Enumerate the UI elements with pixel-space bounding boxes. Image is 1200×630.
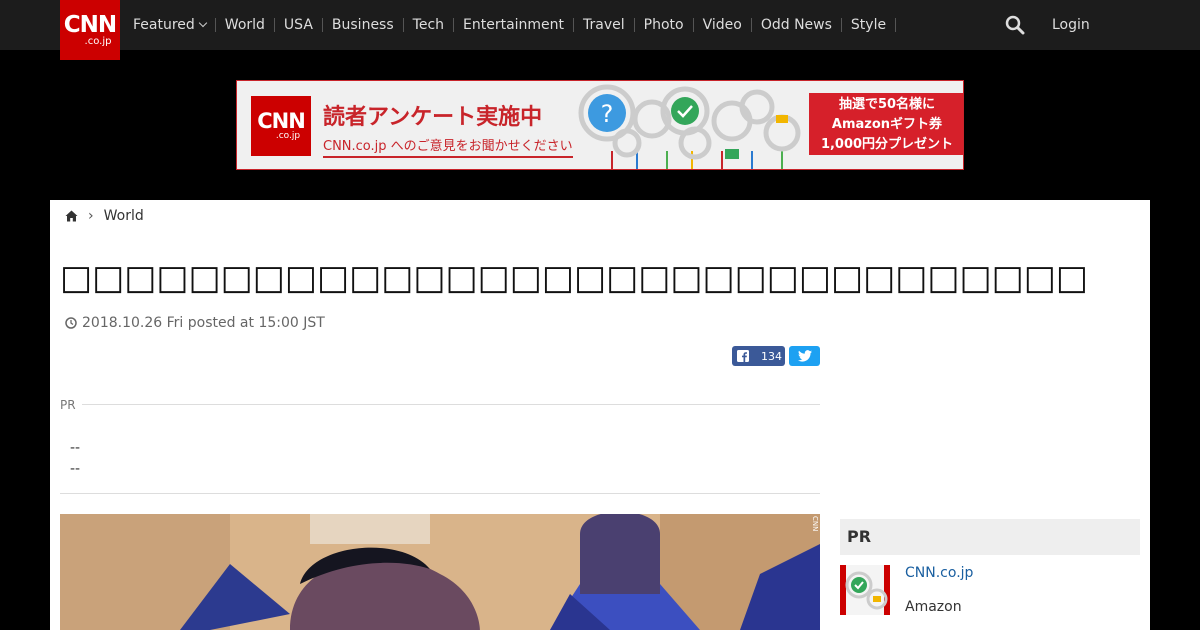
article-page: › World □□□□□□□□□□□□□□□□□□□□□□□□□□□□□□□□… [50, 200, 1150, 630]
main-nav: Featured World USA Business Tech Enterta… [124, 0, 897, 50]
sidebar-pr-thumbnail[interactable] [840, 565, 890, 615]
chevron-down-icon [198, 18, 208, 28]
sidebar-pr-link[interactable]: CNN.co.jp [905, 565, 973, 581]
nav-item-world[interactable]: World [216, 18, 275, 32]
pr-item-1[interactable]: -- [70, 440, 80, 456]
banner-title: 読者アンケート実施中 [323, 105, 543, 130]
pr-divider: PR [60, 398, 820, 412]
nav-item-style[interactable]: Style [842, 18, 897, 32]
article-dateline: 2018.10.26 Fri posted at 15:00 JST [65, 315, 325, 331]
photo-image [60, 514, 820, 630]
banner-subtitle: CNN.co.jp へのご意見をお聞かせください [323, 135, 573, 158]
nav-item-tech[interactable]: Tech [404, 18, 455, 32]
svg-text:?: ? [601, 100, 614, 128]
twitter-icon [797, 350, 812, 362]
login-link[interactable]: Login [1052, 17, 1090, 33]
pr-label: PR [60, 398, 82, 412]
facebook-share-button[interactable]: 134 [732, 346, 785, 366]
nav-item-photo[interactable]: Photo [635, 18, 694, 32]
chevron-right-icon: › [88, 208, 94, 224]
nav-item-entertainment[interactable]: Entertainment [454, 18, 575, 32]
photo-credit-watermark: CNN [811, 516, 819, 532]
clock-icon [65, 317, 77, 329]
pr-item-2[interactable]: -- [70, 461, 80, 477]
nav-item-travel[interactable]: Travel [574, 18, 635, 32]
article-photo: CNN [60, 514, 820, 630]
share-buttons: 134 [732, 346, 820, 366]
divider [60, 493, 820, 494]
survey-thumbnail-icon [840, 565, 890, 615]
search-icon[interactable] [1005, 15, 1025, 35]
nav-item-video[interactable]: Video [694, 18, 752, 32]
dateline-text: 2018.10.26 Fri posted at 15:00 JST [82, 315, 325, 331]
twitter-share-button[interactable] [789, 346, 820, 366]
top-navigation-bar: CNN .co.jp Featured World USA Business T… [0, 0, 1200, 60]
logo-text: CNN [63, 12, 117, 38]
sidebar-pr-text: Amazon [905, 599, 962, 615]
nav-item-featured[interactable]: Featured [124, 18, 216, 32]
breadcrumb-current[interactable]: World [104, 208, 144, 224]
facebook-icon [737, 350, 749, 362]
home-icon[interactable] [65, 210, 78, 222]
cnn-logo[interactable]: CNN .co.jp [60, 0, 120, 60]
survey-banner-ad[interactable]: CNN .co.jp 読者アンケート実施中 CNN.co.jp へのご意見をお聞… [236, 80, 964, 170]
nav-item-business[interactable]: Business [323, 18, 404, 32]
article-title: □□□□□□□□□□□□□□□□□□□□□□□□□□□□□□□□ [60, 258, 1088, 298]
banner-prize: 抽選で50名様に Amazonギフト券 1,000円分プレゼント [809, 93, 963, 155]
nav-item-usa[interactable]: USA [275, 18, 323, 32]
breadcrumb: › World [65, 208, 144, 224]
banner-cnn-logo: CNN .co.jp [251, 96, 311, 156]
facebook-share-count: 134 [761, 349, 782, 363]
survey-illustration: ? [578, 84, 801, 169]
pr-rule [60, 404, 820, 405]
sidebar-pr-heading: PR [840, 519, 1140, 555]
nav-item-odd-news[interactable]: Odd News [752, 18, 842, 32]
